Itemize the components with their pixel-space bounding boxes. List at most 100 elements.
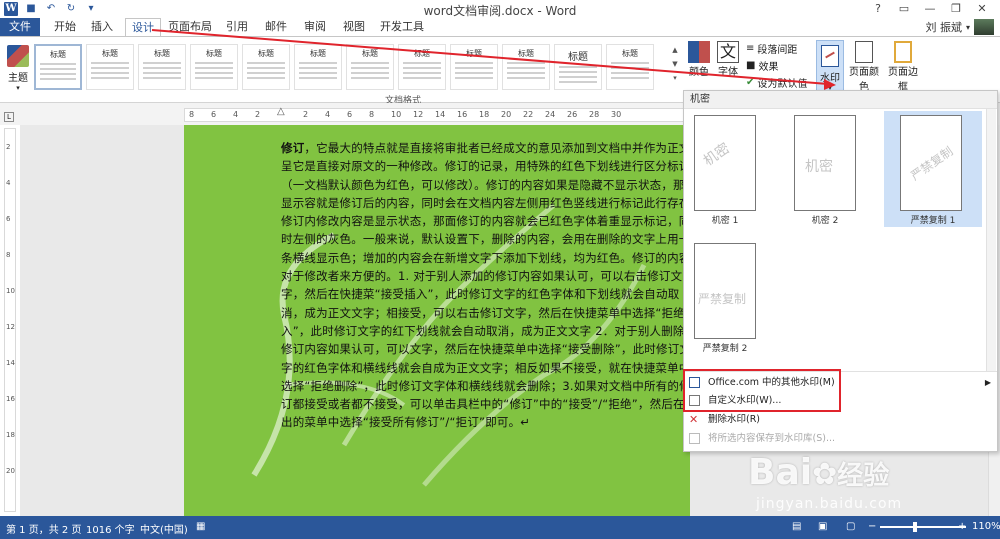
web-layout-icon[interactable]: ▢: [846, 521, 855, 532]
watermark-preview: 机密: [694, 115, 756, 211]
page-border-button[interactable]: 页面边框: [884, 41, 922, 95]
style-option[interactable]: 标题: [398, 44, 446, 90]
set-default-button[interactable]: ✔ 设为默认值: [746, 75, 807, 90]
print-layout-icon[interactable]: ▣: [818, 521, 827, 532]
chevron-down-icon: ▾: [16, 84, 20, 92]
ruler-tick: 2: [255, 110, 261, 119]
save-gallery-icon: [689, 433, 700, 444]
close-button[interactable]: ✕: [969, 0, 995, 18]
ruler-tick: 6: [347, 110, 353, 119]
page-color-icon: [855, 41, 873, 63]
style-option[interactable]: 标题: [34, 44, 82, 90]
watermark-preview: 机密: [794, 115, 856, 211]
dropdown-section-header: 机密: [684, 91, 997, 109]
document-body[interactable]: 修订，它最大的特点就是直接将审批者已经成文的意见添加到文档中并作为正文呈它是直接…: [281, 139, 690, 432]
ruler-tick: 8: [6, 251, 11, 259]
zoom-slider[interactable]: [880, 526, 966, 528]
style-option[interactable]: 标题: [138, 44, 186, 90]
title-bar: W ■ ↶ ↻ ▾ word文档审阅.docx - Word ? ▭ — ❐ ✕: [0, 0, 1000, 18]
watermark-preview: 严禁复制: [900, 115, 962, 211]
gallery-scroll[interactable]: ▲ ▼ ▾: [670, 43, 680, 87]
read-mode-icon[interactable]: ▤: [792, 521, 801, 532]
watermark-option-no-copy-2[interactable]: 严禁复制 严禁复制 2: [690, 239, 760, 355]
ruler-tick: 28: [589, 110, 600, 119]
ruler-tick: 8: [189, 110, 195, 119]
help-button[interactable]: ?: [865, 0, 891, 18]
document-text: ，它最大的特点就是直接将审批者已经成文的意见添加到文档中并作为正文呈它是直接对原…: [281, 141, 690, 430]
tab-review[interactable]: 审阅: [302, 18, 328, 36]
remove-watermark-icon: ✕: [689, 413, 699, 426]
page-count[interactable]: 第 1 页，共 2 页: [6, 521, 81, 536]
indent-marker-icon[interactable]: △: [277, 106, 285, 117]
watermark-button[interactable]: 水印 ▾: [816, 40, 844, 96]
watermark-option-confidential-2[interactable]: 机密 机密 2: [790, 111, 860, 227]
colors-button[interactable]: 颜色: [686, 41, 712, 95]
word-count[interactable]: 1016 个字: [86, 521, 135, 536]
macro-icon[interactable]: ▦: [196, 521, 205, 532]
document-page[interactable]: 修订，它最大的特点就是直接将审批者已经成文的意见添加到文档中并作为正文呈它是直接…: [184, 125, 690, 516]
paragraph-spacing-button[interactable]: ≡ 段落间距: [746, 41, 797, 56]
watermark-caption: 严禁复制 1: [910, 216, 956, 226]
style-option[interactable]: 标题: [346, 44, 394, 90]
tab-references[interactable]: 引用: [224, 18, 250, 36]
user-account[interactable]: 刘 振斌 ▾: [925, 18, 994, 36]
fonts-button[interactable]: 文 字体: [714, 41, 742, 95]
baidu-jingyan: 经验: [837, 461, 890, 491]
ruler-tick: 12: [413, 110, 424, 119]
menu-item-save-to-gallery: 将所选内容保存到水印库(S)...: [684, 430, 997, 447]
tab-insert[interactable]: 插入: [89, 18, 115, 36]
ruler-tick: 10: [6, 287, 15, 295]
tab-selector[interactable]: L: [4, 112, 14, 122]
ruler-tick: 14: [6, 359, 15, 367]
style-option[interactable]: 标题: [554, 44, 602, 90]
style-option[interactable]: 标题: [294, 44, 342, 90]
effects-button[interactable]: ■ 效果: [746, 58, 778, 73]
style-option[interactable]: 标题: [606, 44, 654, 90]
page-border-label: 页面边框: [888, 67, 918, 93]
restore-button[interactable]: ❐: [943, 0, 969, 18]
colors-label: 颜色: [689, 67, 709, 78]
menu-item-remove-watermark[interactable]: ✕ 删除水印(R): [684, 411, 997, 428]
tab-page-layout[interactable]: 页面布局: [168, 18, 212, 36]
chevron-down-icon: ▾: [965, 22, 970, 32]
watermark-option-confidential-1[interactable]: 机密 机密 1: [690, 111, 760, 227]
avatar: [974, 19, 994, 35]
tab-mailings[interactable]: 邮件: [263, 18, 289, 36]
ruler-tick: 14: [435, 110, 446, 119]
baidu-jingyan-logo: Bai✿经验 jingyan.baidu.com: [748, 452, 978, 516]
tab-home[interactable]: 开始: [52, 18, 78, 36]
watermark-preview-text: 机密: [700, 140, 733, 170]
page-color-button[interactable]: 页面颜色: [846, 41, 882, 95]
ruler-tick: 4: [6, 179, 11, 187]
ruler-tick: 18: [6, 431, 15, 439]
style-gallery: 标题 标题 标题 标题 标题 标题 标题 标题 标题 标题 标题 标题: [34, 41, 670, 91]
watermark-label: 水印: [820, 73, 840, 84]
style-option[interactable]: 标题: [86, 44, 134, 90]
ruler-tick: 20: [6, 467, 15, 475]
style-option[interactable]: 标题: [242, 44, 290, 90]
zoom-slider-thumb[interactable]: [913, 522, 917, 532]
watermark-preview-text: 严禁复制: [698, 292, 747, 306]
themes-button[interactable]: 主题 ▾: [4, 41, 32, 97]
bold-term: 修订: [281, 141, 305, 155]
minimize-button[interactable]: —: [917, 0, 943, 18]
watermark-option-no-copy-1[interactable]: 严禁复制 严禁复制 1: [884, 111, 982, 227]
dropdown-scrollbar[interactable]: [986, 109, 996, 371]
zoom-level[interactable]: 110%: [972, 521, 1000, 532]
horizontal-ruler[interactable]: 8 6 4 2 △ 2 4 6 8 10 12 14 16 18 20 22 2…: [184, 106, 684, 122]
zoom-out-icon[interactable]: −: [868, 521, 876, 532]
vertical-ruler[interactable]: 2 4 6 8 10 12 14 16 18 20: [4, 128, 16, 512]
tab-file[interactable]: 文件: [0, 18, 40, 36]
tab-design[interactable]: 设计: [125, 18, 161, 37]
style-option[interactable]: 标题: [190, 44, 238, 90]
baidu-url: jingyan.baidu.com: [756, 496, 903, 512]
ruler-tick: 24: [545, 110, 556, 119]
zoom-in-icon[interactable]: +: [958, 521, 966, 532]
fonts-icon: 文: [717, 41, 739, 63]
style-option[interactable]: 标题: [502, 44, 550, 90]
style-option[interactable]: 标题: [450, 44, 498, 90]
tab-developer[interactable]: 开发工具: [380, 18, 424, 36]
language[interactable]: 中文(中国): [140, 521, 188, 536]
tab-view[interactable]: 视图: [341, 18, 367, 36]
ribbon-display-button[interactable]: ▭: [891, 0, 917, 18]
